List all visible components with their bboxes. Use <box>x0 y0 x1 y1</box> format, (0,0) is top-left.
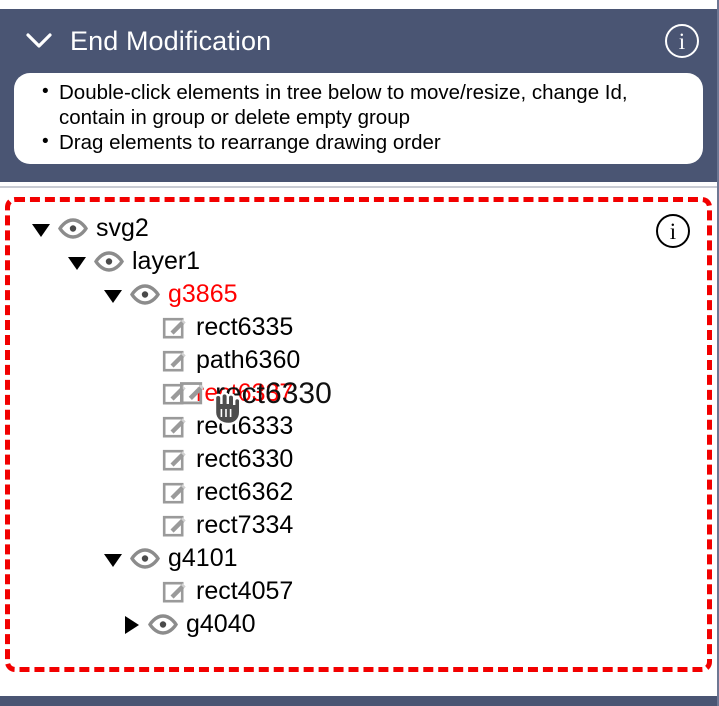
tree-node-label: svg2 <box>96 214 149 242</box>
tree-node-layer1[interactable]: layer1 <box>10 245 707 278</box>
tree-node-label: layer1 <box>132 247 201 275</box>
tree-node-g4040[interactable]: g4040 <box>10 608 707 641</box>
tree-node-label: rect6333 <box>196 412 294 440</box>
tree-node-label: rect6362 <box>196 478 294 506</box>
tree-node-g3865[interactable]: g3865 <box>10 278 707 311</box>
edit-icon[interactable] <box>162 315 188 341</box>
top-gutter <box>0 0 717 9</box>
chevron-down-icon[interactable] <box>24 26 54 56</box>
end-modification-panel: End Modification i Double-click elements… <box>0 0 719 706</box>
tree-node-label: g4040 <box>186 610 256 638</box>
tree-node-label: rect6330 <box>196 445 294 473</box>
element-tree[interactable]: i svg2 layer1 g3865 rect6335 path6360 rect633… <box>5 197 712 672</box>
bottom-bar <box>0 696 717 706</box>
tree-node-svg2[interactable]: svg2 <box>10 212 707 245</box>
tree-node-path6360[interactable]: path6360 <box>10 344 707 377</box>
instruction-item: Double-click elements in tree below to m… <box>28 79 689 130</box>
tree-node-label: rect6335 <box>196 313 294 341</box>
tree-node-rect4057[interactable]: rect4057 <box>10 575 707 608</box>
eye-icon[interactable] <box>148 614 178 636</box>
edit-icon[interactable] <box>162 480 188 506</box>
header-bar: End Modification i <box>0 9 717 73</box>
instructions-list: Double-click elements in tree below to m… <box>28 79 689 155</box>
edit-icon[interactable] <box>162 513 188 539</box>
tree-node-rect6333[interactable]: rect6333 <box>10 410 707 443</box>
page-title: End Modification <box>70 25 272 56</box>
tree-node-label: rect7334 <box>196 511 294 539</box>
tree-node-label: rect4057 <box>196 577 294 605</box>
tree-node-g4101[interactable]: g4101 <box>10 542 707 575</box>
header-info-icon[interactable]: i <box>665 24 699 58</box>
edit-icon[interactable] <box>162 381 188 407</box>
tree-rows: svg2 layer1 g3865 rect6335 path6360 rect6337 r… <box>10 212 707 641</box>
eye-icon[interactable] <box>58 218 88 240</box>
tree-node-rect6330[interactable]: rect6330 <box>10 443 707 476</box>
triangle-down-icon[interactable] <box>64 249 90 275</box>
tree-node-rect7334[interactable]: rect7334 <box>10 509 707 542</box>
tree-node-rect6337[interactable]: rect6337 <box>10 377 707 410</box>
eye-icon[interactable] <box>94 251 124 273</box>
instructions-box: Double-click elements in tree below to m… <box>14 73 703 164</box>
panel-header: End Modification i Double-click elements… <box>0 9 717 182</box>
eye-icon[interactable] <box>130 548 160 570</box>
edit-icon[interactable] <box>162 579 188 605</box>
tree-node-label: g3865 <box>168 280 238 308</box>
tree-node-label: rect6337 <box>196 379 294 407</box>
edit-icon[interactable] <box>162 447 188 473</box>
tree-wrapper: i svg2 layer1 g3865 rect6335 path6360 rect633… <box>0 188 717 672</box>
tree-node-label: g4101 <box>168 544 238 572</box>
tree-node-label: path6360 <box>196 346 301 374</box>
edit-icon[interactable] <box>162 414 188 440</box>
triangle-right-icon[interactable] <box>118 612 144 638</box>
instruction-item: Drag elements to rearrange drawing order <box>28 129 689 155</box>
triangle-down-icon[interactable] <box>100 546 126 572</box>
tree-node-rect6362[interactable]: rect6362 <box>10 476 707 509</box>
triangle-down-icon[interactable] <box>28 216 54 242</box>
eye-icon[interactable] <box>130 284 160 306</box>
triangle-down-icon[interactable] <box>100 282 126 308</box>
edit-icon[interactable] <box>162 348 188 374</box>
tree-node-rect6335[interactable]: rect6335 <box>10 311 707 344</box>
